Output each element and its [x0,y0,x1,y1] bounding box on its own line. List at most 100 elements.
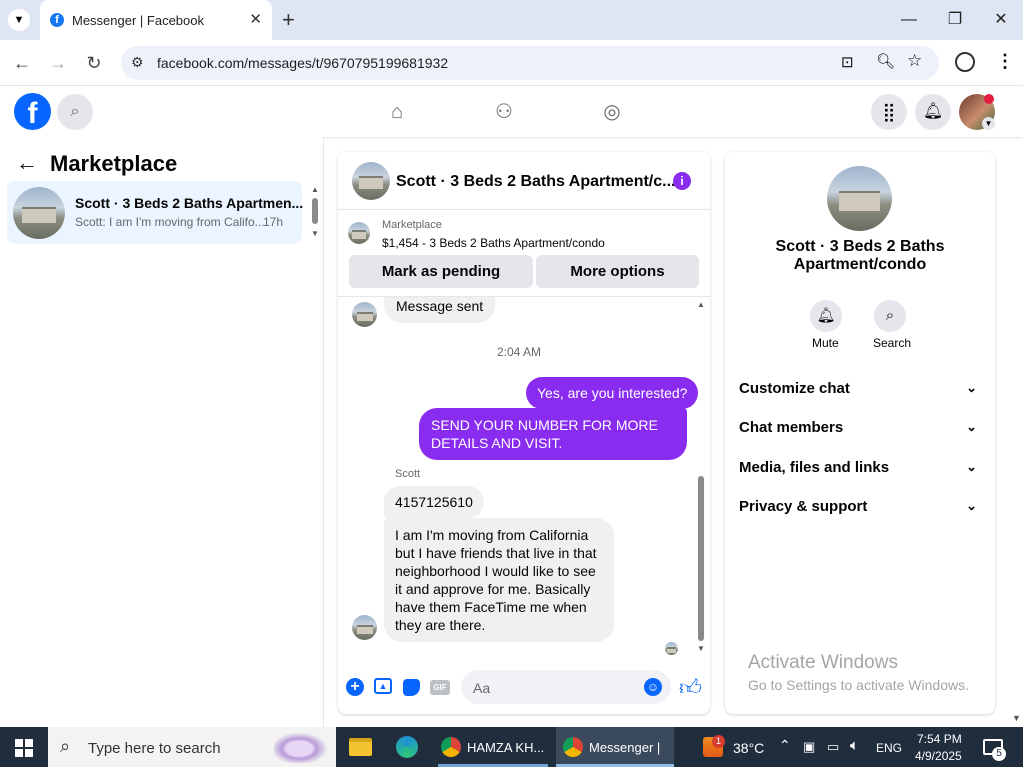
read-receipt-avatar [665,642,678,655]
activate-windows-title: Activate Windows [748,652,898,673]
taskbar-app-chrome-2[interactable]: Messenger | ... [556,727,674,767]
tab-list-dropdown-icon[interactable]: ▼ [8,9,30,31]
listing-title[interactable]: $1,454 - 3 Beds 2 Baths Apartment/condo [382,236,605,250]
clock-time[interactable]: 7:54 PM [917,732,962,746]
volume-icon[interactable]: 🔈︎ [850,737,859,754]
back-icon[interactable]: ← [9,50,35,76]
page-title: Marketplace [50,151,178,176]
chevron-down-icon: ⌄ [966,498,977,513]
message-bubble: 4157125610 [384,486,484,518]
notification-dot [984,94,994,104]
facebook-logo-icon[interactable]: f [14,93,51,130]
attach-photo-icon[interactable]: ▲ [374,678,392,694]
media-files-links-section[interactable]: Media, files and links ⌄ [739,459,981,481]
sidebar-scrollbar[interactable]: ▲ ▼ [311,185,319,238]
chat-members-section[interactable]: Chat members ⌄ [739,419,981,441]
window-close-icon[interactable]: ✕ [986,8,1016,32]
listing-small-thumbnail[interactable] [348,222,370,244]
more-actions-icon[interactable]: + [346,678,364,696]
account-chevron-icon[interactable]: ▼ [982,117,995,130]
mark-as-pending-button[interactable]: Mark as pending [349,255,533,288]
section-label: Media, files and links [739,459,890,476]
facebook-header: f ⌕ ⌂ ⚇ ◎ ⣿ 🔔︎ ▼ [0,87,1023,137]
sender-avatar [352,615,377,640]
new-tab-icon[interactable]: + [282,7,295,33]
site-settings-icon[interactable]: ⚙ [131,54,144,71]
friends-icon[interactable]: ⚇ [492,100,516,124]
conversation-name: Scott · 3 Beds 2 Baths Apartmen... [75,195,304,211]
section-label: Privacy & support [739,498,868,515]
gif-icon[interactable]: GIF [430,680,450,695]
bell-icon: 🔔︎ [816,307,836,324]
meet-now-icon[interactable]: ▣ [803,739,815,755]
section-label: Chat members [739,419,844,436]
message-bubble: I am I'm moving from California but I ha… [384,518,614,642]
taskbar-app-chrome-1[interactable]: HAMZA KH... [434,727,552,767]
home-icon[interactable]: ⌂ [385,100,409,124]
forward-icon[interactable]: → [45,50,71,76]
customize-chat-section[interactable]: Customize chat ⌄ [739,380,981,402]
message-timestamp: 2:04 AM [497,345,542,359]
search-icon: ⌕ [60,736,71,756]
restore-icon[interactable]: ❐ [940,8,970,32]
conversation-preview: Scott: I am I'm moving from Califo... [75,215,265,229]
reload-icon[interactable]: ↻ [81,50,107,76]
minimize-icon[interactable]: — [894,8,924,32]
browser-menu-icon[interactable]: ⋮ [996,51,1014,72]
search-label: Search [873,336,912,350]
groups-icon[interactable]: ◎ [600,100,624,124]
conversation-info-panel: Scott · 3 Beds 2 Baths Apartment/condo 🔔… [725,152,995,714]
chat-header-name[interactable]: Scott · 3 Beds 2 Baths Apartment/c... [396,173,675,191]
tab-title: Messenger | Facebook [72,13,204,28]
back-arrow-icon[interactable]: ← [16,150,38,176]
taskbar-app-label: HAMZA KH... [467,740,545,755]
emoji-icon[interactable]: ☺ [644,678,662,696]
language-indicator[interactable]: ENG [876,741,902,755]
windows-taskbar: ⌕ Type here to search HAMZA KH... Messen… [0,727,1023,767]
chat-header: Scott · 3 Beds 2 Baths Apartment/c... i [338,152,710,210]
weather-badge: 1 [712,735,725,748]
tab-close-icon[interactable]: ✕ [249,10,262,28]
tray-chevron-up-icon[interactable]: ⌃ [779,737,791,754]
info-icon[interactable]: i [673,172,691,190]
listing-thumbnail [13,187,65,239]
notifications-bell-icon[interactable]: 🔔︎ [915,94,951,130]
menu-grid-icon[interactable]: ⣿ [871,94,907,130]
like-thumb-icon[interactable]: 👍︎ [679,674,702,701]
taskbar-search-box[interactable]: ⌕ Type here to search [48,727,336,767]
windows-start-icon[interactable] [15,739,33,757]
conversation-list-item[interactable]: Scott · 3 Beds 2 Baths Apartmen... Scott… [7,181,304,244]
messages-area: Message sent 2:04 AM Yes, are you intere… [338,297,710,663]
message-input[interactable]: Aa ☺ [461,670,671,704]
search-in-chat-button[interactable]: ⌕ [874,300,906,332]
file-explorer-icon[interactable] [349,738,372,756]
search-icon[interactable]: ⌕ [57,94,93,130]
install-app-icon[interactable]: ⊡ [841,53,854,71]
address-bar[interactable]: ⚙ facebook.com/messages/t/96707951996819… [121,46,939,80]
zoom-icon[interactable]: 🔍︎ [876,52,895,70]
message-input-placeholder: Aa [473,680,491,696]
marketplace-sidebar: ← Marketplace Scott · 3 Beds 2 Baths Apa… [0,137,324,727]
mute-button[interactable]: 🔔︎ [810,300,842,332]
bookmark-star-icon[interactable]: ☆ [907,51,922,71]
sender-name: Scott [395,468,421,480]
chat-scrollbar[interactable]: ▲ ▼ [696,300,706,656]
weather-temp[interactable]: 38°C [733,740,764,756]
conversation-time: 17h [263,215,284,229]
chat-window: Scott · 3 Beds 2 Baths Apartment/c... i … [338,152,710,714]
unicorn-search-art [274,731,330,763]
page-scroll-down-icon[interactable]: ▼ [1012,713,1021,723]
network-icon[interactable]: ▭ [827,739,839,755]
clock-date[interactable]: 4/9/2025 [915,749,962,763]
edge-icon[interactable] [396,736,418,758]
chat-header-avatar[interactable] [352,162,390,200]
url-text[interactable]: facebook.com/messages/t/9670795199681932 [157,55,448,71]
browser-tab[interactable]: f Messenger | Facebook ✕ [40,0,272,40]
profile-icon[interactable] [955,52,975,72]
chevron-down-icon: ⌄ [966,419,977,434]
sticker-icon[interactable] [403,679,420,696]
more-options-button[interactable]: More options [536,255,699,288]
browser-toolbar: ← → ↻ ⚙ facebook.com/messages/t/96707951… [0,40,1023,86]
browser-tab-strip: ▼ f Messenger | Facebook ✕ + — ❐ ✕ [0,0,1023,40]
privacy-support-section[interactable]: Privacy & support ⌄ [739,498,981,520]
